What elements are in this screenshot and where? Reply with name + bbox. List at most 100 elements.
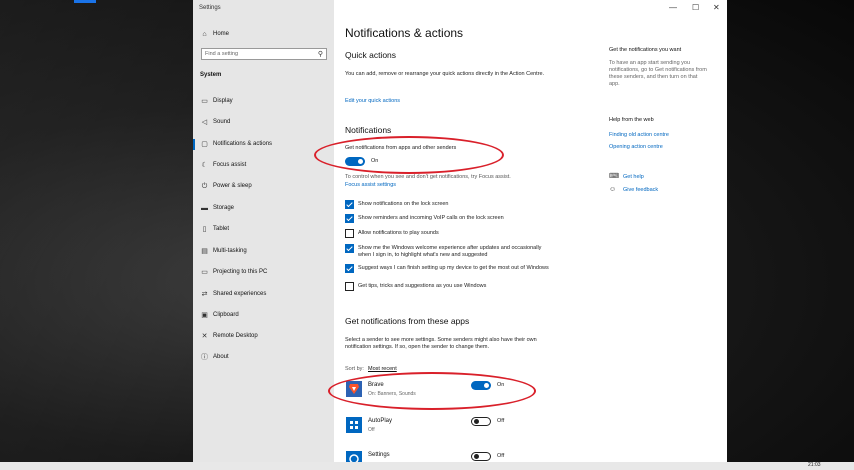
- desktop-wallpaper: [0, 0, 193, 462]
- clipboard-icon: ▣: [201, 312, 208, 319]
- sort-label: Sort by:: [345, 366, 364, 372]
- sidebar-item-clipboard[interactable]: ▣ Clipboard: [193, 307, 334, 325]
- sidebar-item-label: Tablet: [213, 226, 230, 232]
- projecting-icon: ▭: [201, 269, 208, 276]
- sidebar-item-sound[interactable]: ◁ Sound: [193, 114, 334, 132]
- sort-dropdown[interactable]: Most recent: [368, 366, 397, 372]
- sidebar-home-label: Home: [213, 31, 230, 37]
- tablet-icon: ▯: [202, 226, 207, 233]
- help-text: To have an app start sending you notific…: [609, 60, 707, 87]
- get-help-icon: ⌨: [609, 173, 620, 180]
- minimize-button[interactable]: —: [669, 3, 677, 12]
- close-button[interactable]: ✕: [713, 3, 720, 12]
- sounds-checkbox[interactable]: [345, 229, 354, 238]
- search-input[interactable]: Find a setting ⚲: [201, 48, 327, 60]
- checkbox-label: Get tips, tricks and suggestions as you …: [358, 283, 487, 289]
- sidebar-item-shared[interactable]: ⇄ Shared experiences: [193, 286, 334, 304]
- app-sub-autoplay: Off: [368, 427, 375, 433]
- senders-desc: Select a sender to see more settings. So…: [345, 337, 537, 350]
- sidebar-item-multitasking[interactable]: ▤ Multi-tasking: [193, 243, 334, 261]
- sidebar-item-label: Focus assist: [213, 162, 247, 168]
- checkbox-label: Show reminders and incoming VoIP calls o…: [358, 215, 504, 221]
- search-placeholder: Find a setting: [205, 51, 239, 57]
- sidebar-item-tablet[interactable]: ▯ Tablet: [193, 221, 334, 239]
- sidebar: Settings ⌂ Home Find a setting ⚲ System …: [193, 0, 334, 462]
- autoplay-toggle-state: Off: [497, 418, 505, 424]
- sidebar-item-label: Multi-tasking: [213, 248, 247, 254]
- sidebar-item-label: Projecting to this PC: [213, 269, 268, 275]
- sidebar-item-label: Clipboard: [213, 312, 239, 318]
- search-icon: ⚲: [317, 51, 323, 58]
- focus-assist-settings-link[interactable]: Focus assist settings: [345, 182, 396, 188]
- window-title: Settings: [199, 5, 221, 11]
- senders-heading: Get notifications from these apps: [345, 316, 470, 326]
- checkbox-label: Show notifications on the lock screen: [358, 201, 449, 207]
- settings-toggle[interactable]: [471, 452, 491, 461]
- taskbar: 21:03: [0, 462, 854, 470]
- settings-toggle-state: Off: [497, 453, 505, 459]
- tips-checkbox[interactable]: [345, 282, 354, 291]
- multitasking-icon: ▤: [201, 248, 208, 255]
- quick-actions-heading: Quick actions: [345, 50, 397, 60]
- sidebar-item-label: Storage: [213, 205, 235, 211]
- sidebar-item-power[interactable]: ⏻ Power & sleep: [193, 178, 334, 196]
- power-icon: ⏻: [201, 183, 208, 190]
- sound-icon: ◁: [201, 119, 208, 126]
- home-icon: ⌂: [202, 31, 207, 38]
- edit-quick-actions-link[interactable]: Edit your quick actions: [345, 98, 400, 104]
- sidebar-item-home[interactable]: ⌂ Home: [193, 26, 334, 44]
- suggest-setup-checkbox[interactable]: [345, 264, 354, 273]
- give-feedback-link[interactable]: Give feedback: [623, 187, 658, 193]
- lock-screen-checkbox[interactable]: [345, 200, 354, 209]
- checkbox-label: Show me the Windows welcome experience a…: [358, 245, 542, 258]
- voip-checkbox[interactable]: [345, 214, 354, 223]
- display-icon: ▭: [201, 98, 208, 105]
- notifications-heading: Notifications: [345, 125, 392, 135]
- help-heading: Get the notifications you want: [609, 47, 682, 53]
- checkbox-label: Allow notifications to play sounds: [358, 230, 439, 236]
- settings-icon: [346, 451, 362, 462]
- sidebar-item-label: Shared experiences: [213, 291, 267, 297]
- opening-action-centre-link[interactable]: Opening action centre: [609, 144, 663, 150]
- app-name-autoplay[interactable]: AutoPlay: [368, 418, 392, 424]
- storage-icon: ▬: [201, 205, 208, 212]
- welcome-experience-checkbox[interactable]: [345, 244, 354, 253]
- quick-actions-desc: You can add, remove or rearrange your qu…: [345, 71, 545, 77]
- sidebar-item-label: Remote Desktop: [213, 333, 258, 339]
- remote-desktop-icon: ✕: [201, 333, 208, 340]
- desktop-accent-bar: [74, 0, 96, 3]
- sidebar-item-remote-desktop[interactable]: ✕ Remote Desktop: [193, 328, 334, 346]
- about-icon: ⓘ: [201, 354, 208, 361]
- page-title: Notifications & actions: [345, 26, 464, 40]
- annotation-circle-notifications: [314, 136, 504, 174]
- feedback-icon: ☺: [609, 186, 617, 193]
- sidebar-item-label: Notifications & actions: [213, 141, 273, 147]
- checkbox-label: Suggest ways I can finish setting up my …: [358, 265, 549, 271]
- maximize-button[interactable]: ☐: [692, 3, 699, 12]
- focus-assist-icon: ☾: [201, 162, 208, 169]
- sidebar-item-display[interactable]: ▭ Display: [193, 93, 334, 111]
- sidebar-item-about[interactable]: ⓘ About: [193, 349, 334, 367]
- sidebar-item-projecting[interactable]: ▭ Projecting to this PC: [193, 264, 334, 282]
- sidebar-item-focus-assist[interactable]: ☾ Focus assist: [193, 157, 334, 175]
- annotation-circle-brave: [328, 372, 536, 410]
- sidebar-section-title: System: [200, 72, 222, 78]
- toggle-knob: [474, 419, 479, 424]
- sidebar-item-label: Display: [213, 98, 233, 104]
- autoplay-toggle[interactable]: [471, 417, 491, 426]
- sidebar-item-notifications[interactable]: ▢ Notifications & actions: [193, 136, 334, 154]
- notifications-icon: ▢: [201, 141, 208, 148]
- focus-assist-text: To control when you see and don't get no…: [345, 174, 511, 180]
- taskbar-time: 21:03: [808, 462, 821, 468]
- app-name-settings[interactable]: Settings: [368, 452, 390, 458]
- get-help-link[interactable]: Get help: [623, 174, 644, 180]
- web-help-heading: Help from the web: [609, 117, 654, 123]
- sidebar-item-label: Sound: [213, 119, 231, 125]
- finding-old-action-centre-link[interactable]: Finding old action centre: [609, 132, 669, 138]
- settings-window: Settings ⌂ Home Find a setting ⚲ System …: [193, 0, 727, 462]
- sidebar-item-storage[interactable]: ▬ Storage: [193, 200, 334, 218]
- shared-icon: ⇄: [201, 291, 208, 298]
- autoplay-icon: [346, 417, 362, 433]
- sidebar-item-label: About: [213, 354, 229, 360]
- sidebar-item-label: Power & sleep: [213, 183, 252, 189]
